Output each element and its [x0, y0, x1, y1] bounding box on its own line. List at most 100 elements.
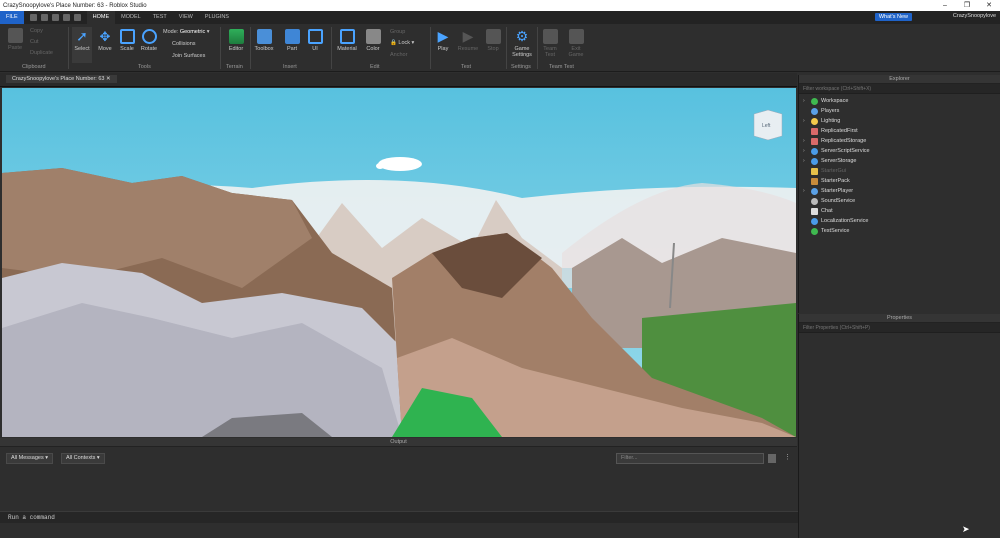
explorer-item-chat[interactable]: Chat — [799, 206, 1000, 216]
play-button[interactable]: ▶ Play — [434, 29, 452, 53]
explorer-item-label: StarterPack — [821, 178, 850, 184]
close-icon[interactable]: ✕ — [106, 76, 111, 82]
file-menu[interactable]: FILE — [0, 11, 24, 24]
scale-button[interactable]: Scale — [117, 29, 137, 52]
explorer-item-lighting[interactable]: › Lighting — [799, 116, 1000, 126]
chevron-right-icon[interactable]: › — [803, 148, 811, 154]
toolbox-button[interactable]: Toolbox — [252, 29, 276, 52]
view-cube-face[interactable]: Left — [762, 123, 771, 129]
stop-button[interactable]: Stop — [484, 29, 502, 52]
explorer-item-players[interactable]: Players — [799, 106, 1000, 116]
chevron-right-icon[interactable]: › — [803, 98, 811, 104]
explorer-item-replicatedfirst[interactable]: ReplicatedFirst — [799, 126, 1000, 136]
explorer-item-startergui[interactable]: StarterGui — [799, 166, 1000, 176]
chevron-right-icon[interactable]: › — [803, 118, 811, 124]
group-label: Group — [390, 29, 406, 35]
lock-button[interactable]: 🔒 Lock ▾ — [390, 40, 414, 46]
output-panel: Output All Messages ▾ All Contexts ▾ Fil… — [0, 438, 797, 538]
toolbox-label: Toolbox — [254, 46, 274, 52]
more-icon[interactable]: ⋮ — [784, 453, 791, 461]
contexts-dropdown[interactable]: All Contexts ▾ — [61, 453, 105, 464]
cut-button[interactable]: Cut — [30, 39, 39, 45]
rotate-icon — [141, 29, 157, 44]
redo-icon[interactable] — [51, 14, 59, 21]
paste-button[interactable]: Paste — [6, 28, 24, 51]
resume-button[interactable]: ▶ Resume — [457, 29, 479, 53]
sound-icon — [811, 197, 818, 205]
explorer-item-serverscriptservice[interactable]: › ServerScriptService — [799, 146, 1000, 156]
copy-button[interactable]: Copy — [30, 28, 43, 34]
cursor-icon: ➚ — [76, 28, 88, 44]
part-button[interactable]: Part — [282, 29, 302, 52]
explorer-item-label: ServerScriptService — [821, 148, 870, 154]
chevron-right-icon[interactable]: › — [803, 138, 811, 144]
output-filter-input[interactable]: Filter... — [616, 453, 764, 464]
material-button[interactable]: Material — [336, 29, 358, 52]
tab-plugins[interactable]: PLUGINS — [199, 11, 235, 24]
messages-dropdown[interactable]: All Messages ▾ — [6, 453, 54, 464]
select-button[interactable]: ➚ Select — [72, 27, 92, 63]
chevron-right-icon[interactable]: › — [803, 188, 811, 194]
separator — [430, 27, 431, 69]
explorer-item-workspace[interactable]: › Workspace — [799, 96, 1000, 106]
move-button[interactable]: ✥ Move — [95, 29, 115, 52]
properties-panel: Properties Filter Properties (Ctrl+Shift… — [798, 314, 1000, 538]
mouse-cursor-icon: ➤ — [962, 524, 970, 534]
explorer-item-label: Chat — [821, 208, 833, 214]
rotate-button[interactable]: Rotate — [139, 29, 159, 52]
join-surfaces-toggle[interactable]: Join Surfaces — [172, 53, 205, 59]
exit-game-button[interactable]: Exit Game — [566, 29, 586, 58]
tab-view[interactable]: VIEW — [173, 11, 199, 24]
document-tab-bar: CrazySnoopylove's Place Number: 63 ✕ — [0, 73, 797, 87]
separator — [506, 27, 507, 69]
explorer-item-starterpack[interactable]: StarterPack — [799, 176, 1000, 186]
minimize-icon[interactable]: – — [934, 0, 956, 11]
explorer-item-replicatedstorage[interactable]: › ReplicatedStorage — [799, 136, 1000, 146]
script-icon[interactable] — [62, 14, 70, 21]
part-label: Part — [286, 46, 298, 52]
explorer-tree: › Workspace Players › Lighting ReplicatedF… — [799, 94, 1000, 236]
explorer-item-soundservice[interactable]: SoundService — [799, 196, 1000, 206]
window-title: CrazySnoopylove's Place Number: 63 - Rob… — [3, 2, 147, 9]
mode-dropdown[interactable]: Mode: Geometric ▾ — [163, 29, 210, 35]
explorer-item-starterplayer[interactable]: › StarterPlayer — [799, 186, 1000, 196]
group-button[interactable]: Group — [390, 29, 405, 35]
properties-filter-input[interactable]: Filter Properties (Ctrl+Shift+P) — [799, 323, 1000, 333]
game-settings-button[interactable]: ⚙ Game Settings — [509, 29, 535, 59]
undo-icon[interactable] — [40, 14, 48, 21]
collisions-toggle[interactable]: Collisions — [172, 41, 196, 47]
player-icon — [811, 187, 818, 195]
terrain-editor-button[interactable]: Editor — [225, 29, 247, 52]
whats-new-button[interactable]: What's New — [874, 13, 912, 21]
chevron-right-icon[interactable]: › — [803, 158, 811, 164]
tab-model[interactable]: MODEL — [115, 11, 147, 24]
play-label: Play — [437, 46, 449, 52]
backpack-icon — [811, 177, 818, 185]
contexts-dropdown-value: All Contexts — [66, 455, 96, 461]
explorer-item-localizationservice[interactable]: LocalizationService — [799, 216, 1000, 226]
save-icon[interactable] — [29, 14, 37, 21]
trash-icon[interactable] — [768, 454, 776, 463]
explorer-filter-input[interactable]: Filter workspace (Ctrl+Shift+X) — [799, 84, 1000, 94]
explorer-item-testservice[interactable]: TestService — [799, 226, 1000, 236]
color-label: Color — [366, 46, 380, 52]
duplicate-button[interactable]: Duplicate — [30, 50, 53, 56]
ui-label: UI — [312, 46, 318, 52]
separator — [250, 27, 251, 69]
anchor-button[interactable]: Anchor — [390, 52, 407, 58]
3d-viewport[interactable]: Left — [2, 88, 796, 437]
ui-icon — [307, 29, 323, 44]
maximize-icon[interactable]: ❐ — [956, 0, 978, 11]
team-test-button[interactable]: Team Test — [540, 29, 560, 58]
game-controller-icon[interactable] — [73, 14, 81, 21]
lightbulb-icon — [811, 117, 818, 125]
ui-button[interactable]: UI — [306, 29, 324, 52]
document-tab[interactable]: CrazySnoopylove's Place Number: 63 ✕ — [6, 75, 117, 83]
explorer-item-serverstorage[interactable]: › ServerStorage — [799, 156, 1000, 166]
tab-test[interactable]: TEST — [147, 11, 173, 24]
user-name[interactable]: CrazySnoopylove — [953, 13, 996, 19]
color-button[interactable]: Color — [363, 29, 383, 52]
tab-home[interactable]: HOME — [86, 11, 116, 24]
close-icon[interactable]: ✕ — [978, 0, 1000, 11]
collisions-label: Collisions — [172, 41, 196, 47]
